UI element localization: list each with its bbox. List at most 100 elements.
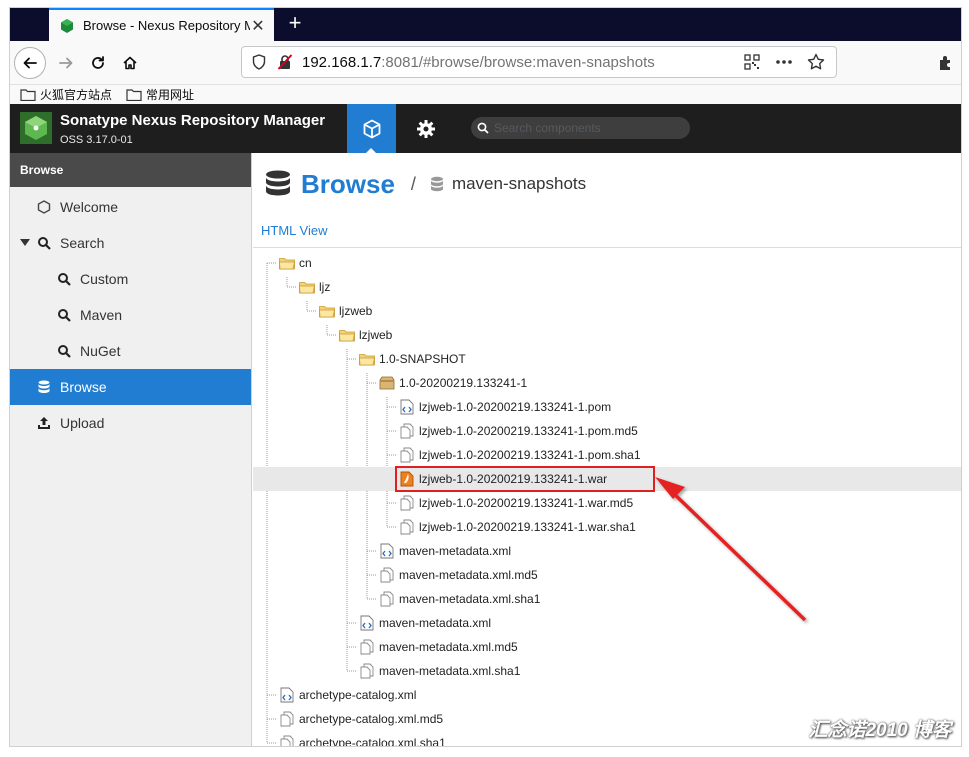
tree-node[interactable]: maven-metadata.xml.sha1 bbox=[379, 587, 540, 611]
folder-icon bbox=[20, 88, 36, 101]
package-icon bbox=[379, 375, 395, 391]
tree-node[interactable]: lzjweb-1.0-20200219.133241-1.war.md5 bbox=[399, 491, 633, 515]
tree-node[interactable]: maven-metadata.xml bbox=[379, 539, 511, 563]
xml-file-icon bbox=[379, 543, 395, 559]
tab-title: Browse - Nexus Repository Manager bbox=[83, 18, 250, 33]
tree-node-label: maven-metadata.xml.md5 bbox=[399, 568, 538, 582]
xml-file-icon bbox=[399, 399, 415, 415]
new-tab-plus-icon[interactable]: + bbox=[282, 11, 308, 37]
tree-node[interactable]: 1.0-SNAPSHOT bbox=[359, 347, 466, 371]
database-icon bbox=[266, 170, 290, 196]
page-title[interactable]: Browse bbox=[301, 169, 395, 200]
nexus-favicon-icon bbox=[61, 18, 73, 33]
bookmark-star-icon[interactable] bbox=[804, 50, 828, 74]
tree-node-label: 1.0-20200219.133241-1 bbox=[399, 376, 528, 390]
search-icon bbox=[36, 235, 52, 251]
browser-window: Browse - Nexus Repository Manager ✕ + 19… bbox=[9, 7, 962, 747]
folder-icon bbox=[319, 303, 335, 319]
tree-node-label: maven-metadata.xml bbox=[399, 544, 512, 558]
html-view-link[interactable]: HTML View bbox=[261, 223, 327, 238]
product-name: Sonatype Nexus Repository Manager bbox=[60, 112, 326, 129]
browser-tab[interactable]: Browse - Nexus Repository Manager ✕ bbox=[49, 8, 274, 41]
browse-mode-button[interactable] bbox=[347, 104, 396, 154]
qr-code-icon[interactable] bbox=[740, 50, 764, 74]
xml-file-icon bbox=[279, 687, 295, 703]
home-button[interactable] bbox=[114, 47, 146, 79]
sidebar-item-label: Upload bbox=[60, 415, 105, 431]
file-copy-icon bbox=[279, 735, 295, 746]
database-icon bbox=[36, 379, 52, 395]
sidebar-item-upload[interactable]: Upload bbox=[10, 405, 251, 441]
file-copy-icon bbox=[399, 495, 415, 511]
tree-node[interactable]: maven-metadata.xml.sha1 bbox=[359, 659, 520, 683]
nexus-logo-icon bbox=[20, 112, 52, 144]
repository-icon bbox=[430, 176, 443, 192]
file-copy-icon bbox=[379, 591, 395, 607]
sidebar-item-search[interactable]: Search bbox=[10, 225, 251, 261]
tree-node-label: maven-metadata.xml bbox=[379, 616, 492, 630]
bookmarks-bar: 火狐官方站点 常用网址 bbox=[10, 85, 961, 104]
tree-node[interactable]: maven-metadata.xml bbox=[359, 611, 491, 635]
caret-down-icon[interactable] bbox=[20, 239, 30, 246]
home-icon bbox=[123, 56, 137, 70]
sidebar-item-nuget[interactable]: NuGet bbox=[10, 333, 251, 369]
tree-node[interactable]: archetype-catalog.xml.sha1 bbox=[279, 731, 446, 746]
tree-node[interactable]: lzjweb-1.0-20200219.133241-1.war.sha1 bbox=[399, 515, 636, 539]
tree-node-label: lzjweb bbox=[359, 328, 393, 342]
insecure-lock-icon[interactable] bbox=[276, 53, 294, 71]
tree-node-label: archetype-catalog.xml.md5 bbox=[299, 712, 444, 726]
file-copy-icon bbox=[279, 711, 295, 727]
folder-icon bbox=[299, 279, 315, 295]
search-icon bbox=[56, 307, 72, 323]
file-copy-icon bbox=[359, 663, 375, 679]
more-actions-icon[interactable] bbox=[772, 50, 796, 74]
component-tree: cn ljz ljzweb lzjweb 1.0-SNAPSHOT 1.0-2020021… bbox=[253, 249, 961, 746]
tree-node[interactable]: lzjweb-1.0-20200219.133241-1.pom.md5 bbox=[399, 419, 638, 443]
xml-file-icon bbox=[359, 615, 375, 631]
bookmark-folder[interactable]: 常用网址 bbox=[126, 86, 194, 103]
tree-node[interactable]: lzjweb-1.0-20200219.133241-1.pom bbox=[399, 395, 611, 419]
bookmark-label: 火狐官方站点 bbox=[40, 88, 113, 102]
sidebar-item-browse[interactable]: Browse bbox=[10, 369, 251, 405]
extensions-puzzle-icon[interactable] bbox=[937, 53, 957, 73]
file-copy-icon bbox=[399, 423, 415, 439]
component-search-box[interactable] bbox=[471, 117, 690, 139]
sidebar-item-label: Maven bbox=[80, 307, 123, 323]
sidebar-item-maven[interactable]: Maven bbox=[10, 297, 251, 333]
close-icon[interactable]: ✕ bbox=[250, 16, 266, 36]
tree-node[interactable]: lzjweb-1.0-20200219.133241-1.pom.sha1 bbox=[399, 443, 641, 467]
tree-node[interactable]: ljz bbox=[299, 275, 330, 299]
tree-node[interactable]: lzjweb bbox=[339, 323, 392, 347]
administration-mode-button[interactable] bbox=[406, 104, 446, 153]
sidebar-item-label: Custom bbox=[80, 271, 129, 287]
tree-node-label: 1.0-SNAPSHOT bbox=[379, 352, 466, 366]
product-version: OSS 3.17.0-01 bbox=[60, 134, 133, 146]
tree-node-label: lzjweb-1.0-20200219.133241-1.war.sha1 bbox=[419, 520, 636, 534]
sidebar-item-welcome[interactable]: Welcome bbox=[10, 189, 251, 225]
sidebar-item-custom[interactable]: Custom bbox=[10, 261, 251, 297]
component-search-input[interactable] bbox=[494, 121, 674, 135]
reload-button[interactable] bbox=[82, 47, 114, 79]
back-button[interactable] bbox=[14, 47, 46, 79]
tree-node[interactable]: 1.0-20200219.133241-1 bbox=[379, 371, 527, 395]
tree-divider bbox=[253, 247, 961, 248]
tree-node[interactable]: ljzweb bbox=[319, 299, 372, 323]
tree-node-label: archetype-catalog.xml bbox=[299, 688, 417, 702]
bookmark-folder[interactable]: 火狐官方站点 bbox=[20, 86, 112, 103]
sidebar-item-label: NuGet bbox=[80, 343, 121, 359]
breadcrumb-separator: / bbox=[410, 173, 416, 194]
url-bar[interactable]: 192.168.1.7:8081/#browse/browse:maven-sn… bbox=[241, 46, 837, 78]
tree-node[interactable]: cn bbox=[279, 251, 312, 275]
tree-node-label: ljzweb bbox=[339, 304, 373, 318]
tree-node-label: lzjweb-1.0-20200219.133241-1.pom.md5 bbox=[419, 424, 638, 438]
tree-node-label: lzjweb-1.0-20200219.133241-1.pom bbox=[419, 400, 612, 414]
tree-node[interactable]: archetype-catalog.xml bbox=[279, 683, 416, 707]
tree-node[interactable]: archetype-catalog.xml.md5 bbox=[279, 707, 443, 731]
cube-icon bbox=[363, 119, 380, 138]
tree-node[interactable]: maven-metadata.xml.md5 bbox=[359, 635, 518, 659]
forward-button[interactable] bbox=[50, 47, 82, 79]
url-path: :8081/#browse/browse:maven-snapshots bbox=[381, 53, 655, 71]
shield-icon[interactable] bbox=[250, 53, 268, 71]
tree-node[interactable]: maven-metadata.xml.md5 bbox=[379, 563, 538, 587]
url-text[interactable]: 192.168.1.7:8081/#browse/browse:maven-sn… bbox=[302, 54, 732, 71]
